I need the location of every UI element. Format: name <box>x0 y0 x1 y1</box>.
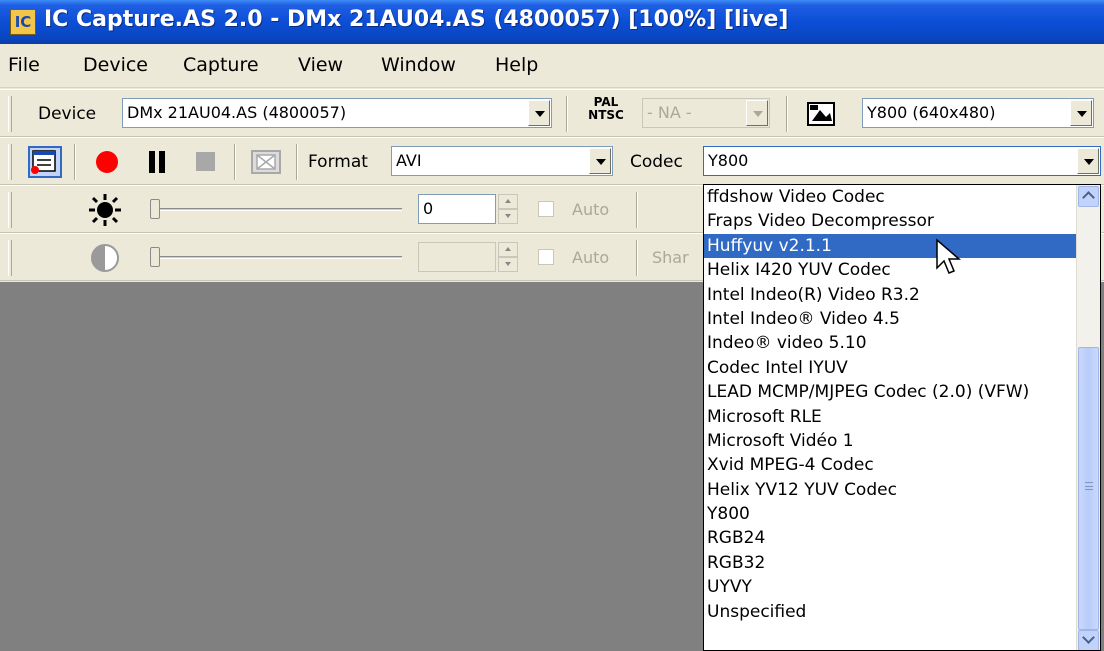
spin-down-icon[interactable] <box>498 257 518 272</box>
title-bar[interactable]: IC IC Capture.AS 2.0 - DMx 21AU04.AS (48… <box>0 0 1104 44</box>
device-properties-icon[interactable] <box>28 146 62 178</box>
slider-thumb[interactable] <box>150 199 160 219</box>
toolbar-separator <box>296 144 298 180</box>
codec-option[interactable]: UYVY <box>704 575 1076 599</box>
spin-up-icon[interactable] <box>498 194 518 209</box>
chevron-down-icon[interactable] <box>746 100 768 126</box>
codec-option[interactable]: Microsoft Vidéo 1 <box>704 429 1076 453</box>
codec-select-value: Y800 <box>708 151 749 170</box>
vertical-scrollbar[interactable] <box>1076 185 1100 650</box>
codec-option[interactable]: Helix YV12 YUV Codec <box>704 478 1076 502</box>
codec-option[interactable]: Microsoft RLE <box>704 405 1076 429</box>
stop-icon[interactable] <box>196 152 215 171</box>
capture-toolbar: Format AVI Codec Y800 <box>0 137 1104 185</box>
chevron-down-icon[interactable] <box>589 148 611 174</box>
device-select-value: DMx 21AU04.AS (4800057) <box>127 103 347 122</box>
codec-option[interactable]: Y800 <box>704 502 1076 526</box>
codec-option[interactable]: Huffyuv v2.1.1 <box>704 233 1076 259</box>
menu-device[interactable]: Device <box>83 54 148 76</box>
codec-dropdown-list[interactable]: ffdshow Video Codec Fraps Video Decompres… <box>703 184 1101 651</box>
toolbar-separator <box>566 96 568 132</box>
menu-bar: File Device Capture View Window Help <box>0 44 1104 88</box>
codec-option[interactable]: RGB24 <box>704 526 1076 550</box>
chevron-down-icon[interactable] <box>1070 100 1092 126</box>
codec-label: Codec <box>630 152 683 172</box>
toolbar-separator <box>786 96 788 132</box>
codec-select[interactable]: Y800 <box>703 146 1101 176</box>
menu-capture[interactable]: Capture <box>183 54 259 76</box>
app-icon: IC <box>10 9 36 35</box>
brightness-value-field[interactable]: 0 <box>418 194 496 224</box>
codec-option[interactable]: Indeo® video 5.10 <box>704 331 1076 355</box>
brightness-auto-label: Auto <box>572 200 610 219</box>
slider-thumb[interactable] <box>150 247 160 267</box>
sharpness-label: Shar <box>652 248 689 267</box>
mouse-cursor-icon <box>936 238 962 274</box>
device-toolbar: Device DMx 21AU04.AS (4800057) PAL NTSC … <box>0 89 1104 137</box>
toolbar-separator <box>74 144 76 180</box>
window-title: IC Capture.AS 2.0 - DMx 21AU04.AS (48000… <box>44 7 789 32</box>
codec-option[interactable]: Helix I420 YUV Codec <box>704 258 1076 282</box>
grip-icon <box>1085 482 1093 490</box>
codec-option[interactable]: Intel Indeo® Video 4.5 <box>704 307 1076 331</box>
codec-option[interactable]: Codec Intel IYUV <box>704 356 1076 380</box>
codec-option[interactable]: Fraps Video Decompressor <box>704 209 1076 233</box>
brightness-value: 0 <box>423 199 434 218</box>
video-format-value: Y800 (640x480) <box>867 103 996 122</box>
format-label: Format <box>308 152 368 172</box>
toolbar-grip[interactable] <box>8 192 12 228</box>
toolbar-separator <box>636 192 638 228</box>
format-select[interactable]: AVI <box>391 146 613 176</box>
codec-option[interactable]: Intel Indeo(R) Video R3.2 <box>704 283 1076 307</box>
record-icon[interactable] <box>96 151 118 173</box>
contrast-value-field[interactable] <box>418 242 496 272</box>
codec-option[interactable]: RGB32 <box>704 551 1076 575</box>
menu-window[interactable]: Window <box>381 54 456 76</box>
codec-option[interactable]: ffdshow Video Codec <box>704 185 1076 209</box>
menu-file[interactable]: File <box>8 54 40 76</box>
spin-down-icon[interactable] <box>498 209 518 224</box>
toolbar-separator <box>234 144 236 180</box>
brightness-icon <box>89 194 121 226</box>
scroll-up-icon[interactable] <box>1078 186 1099 207</box>
scrollbar-thumb[interactable] <box>1078 347 1099 630</box>
contrast-auto-checkbox[interactable] <box>538 249 554 265</box>
contrast-slider[interactable] <box>150 247 402 267</box>
slider-track <box>150 256 402 259</box>
format-select-value: AVI <box>396 151 422 170</box>
ntsc-label: NTSC <box>588 108 624 122</box>
video-format-select[interactable]: Y800 (640x480) <box>862 98 1094 128</box>
chevron-down-icon[interactable] <box>528 100 550 126</box>
brightness-spinner[interactable] <box>498 194 518 224</box>
device-label: Device <box>38 104 97 124</box>
contrast-auto-label: Auto <box>572 248 610 267</box>
spin-up-icon[interactable] <box>498 242 518 257</box>
codec-option[interactable]: Unspecified <box>704 600 1076 624</box>
slider-track <box>150 208 402 211</box>
toolbar-grip[interactable] <box>8 144 12 180</box>
pause-icon[interactable] <box>146 151 168 173</box>
video-norm-select[interactable]: - NA - <box>642 98 770 128</box>
video-format-icon <box>807 102 835 126</box>
scroll-down-icon[interactable] <box>1078 630 1099 650</box>
codec-option[interactable]: LEAD MCMP/MJPEG Codec (2.0) (VFW) <box>704 380 1076 404</box>
codec-options: ffdshow Video Codec Fraps Video Decompres… <box>704 185 1076 624</box>
filmstrip-icon <box>251 150 281 174</box>
brightness-slider[interactable] <box>150 199 402 219</box>
menu-view[interactable]: View <box>298 54 343 76</box>
codec-option[interactable]: Xvid MPEG-4 Codec <box>704 453 1076 477</box>
video-norm-value: - NA - <box>647 103 692 122</box>
menu-help[interactable]: Help <box>495 54 538 76</box>
video-norm-icon: PAL NTSC <box>582 96 630 122</box>
toolbar-grip[interactable] <box>8 96 12 132</box>
brightness-auto-checkbox[interactable] <box>538 201 554 217</box>
contrast-spinner[interactable] <box>498 242 518 272</box>
toolbar-grip[interactable] <box>8 240 12 276</box>
contrast-icon <box>91 244 119 272</box>
chevron-down-icon[interactable] <box>1077 148 1099 174</box>
device-select[interactable]: DMx 21AU04.AS (4800057) <box>122 98 552 128</box>
toolbar-separator <box>636 240 638 276</box>
